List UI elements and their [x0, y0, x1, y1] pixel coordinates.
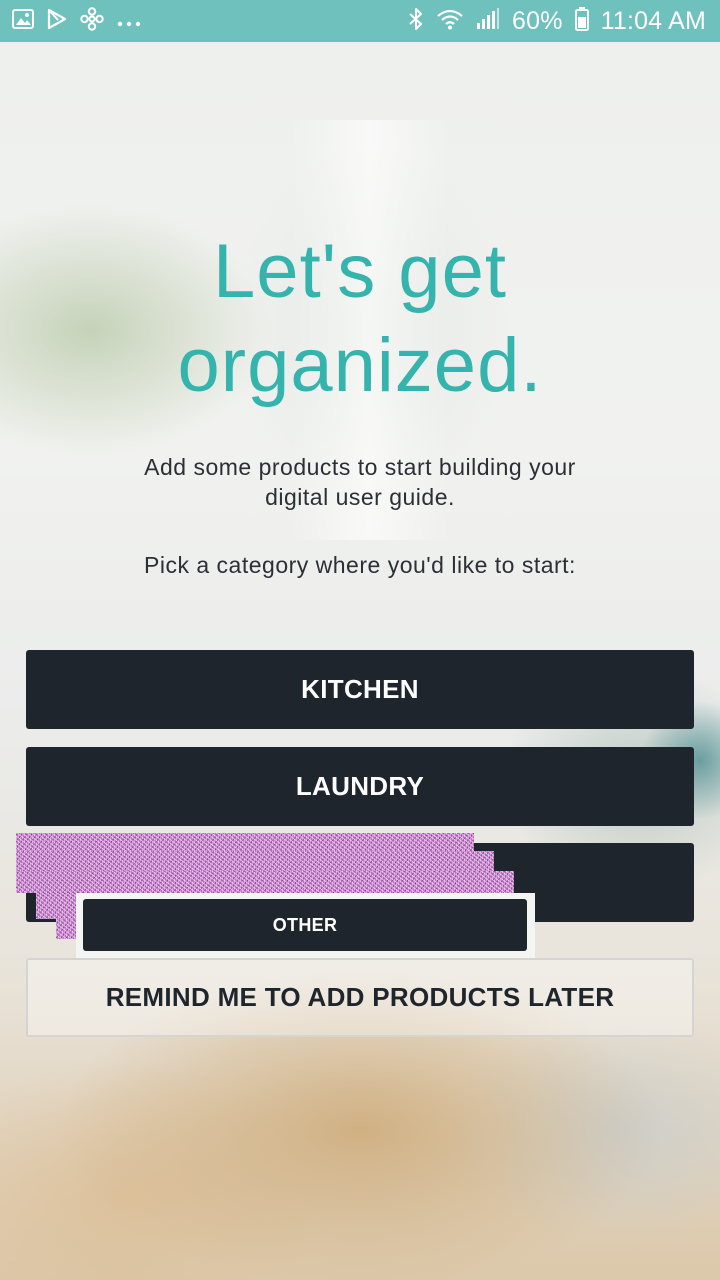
status-right-icons: 60% 11:04 AM: [408, 7, 706, 36]
status-left-icons: [12, 7, 142, 35]
more-dots-icon: [116, 10, 142, 32]
main-content: Let's get organized. Add some products t…: [0, 42, 720, 1280]
play-store-icon: [46, 8, 68, 34]
glitch-noise: [16, 871, 514, 893]
gallery-icon: [12, 9, 34, 33]
remind-later-button[interactable]: REMIND ME TO ADD PRODUCTS LATER: [26, 958, 694, 1037]
battery-percent: 60%: [511, 6, 563, 35]
laundry-button[interactable]: LAUNDRY: [26, 747, 694, 826]
fan-icon: [80, 7, 104, 35]
page-title: Let's get organized.: [177, 229, 543, 408]
page-subtitle: Add some products to start building your…: [144, 454, 576, 510]
wifi-icon: [436, 8, 464, 34]
status-bar: 60% 11:04 AM: [0, 0, 720, 42]
glitch-noise: [56, 919, 76, 939]
other-button[interactable]: OTHER: [83, 899, 527, 951]
category-prompt: Pick a category where you'd like to star…: [144, 552, 576, 578]
kitchen-button[interactable]: KITCHEN: [26, 650, 694, 729]
status-time: 11:04 AM: [600, 6, 706, 35]
battery-icon: [574, 7, 589, 35]
bluetooth-icon: [408, 7, 424, 35]
signal-icon: [476, 8, 500, 34]
glitch-noise: [36, 893, 76, 919]
